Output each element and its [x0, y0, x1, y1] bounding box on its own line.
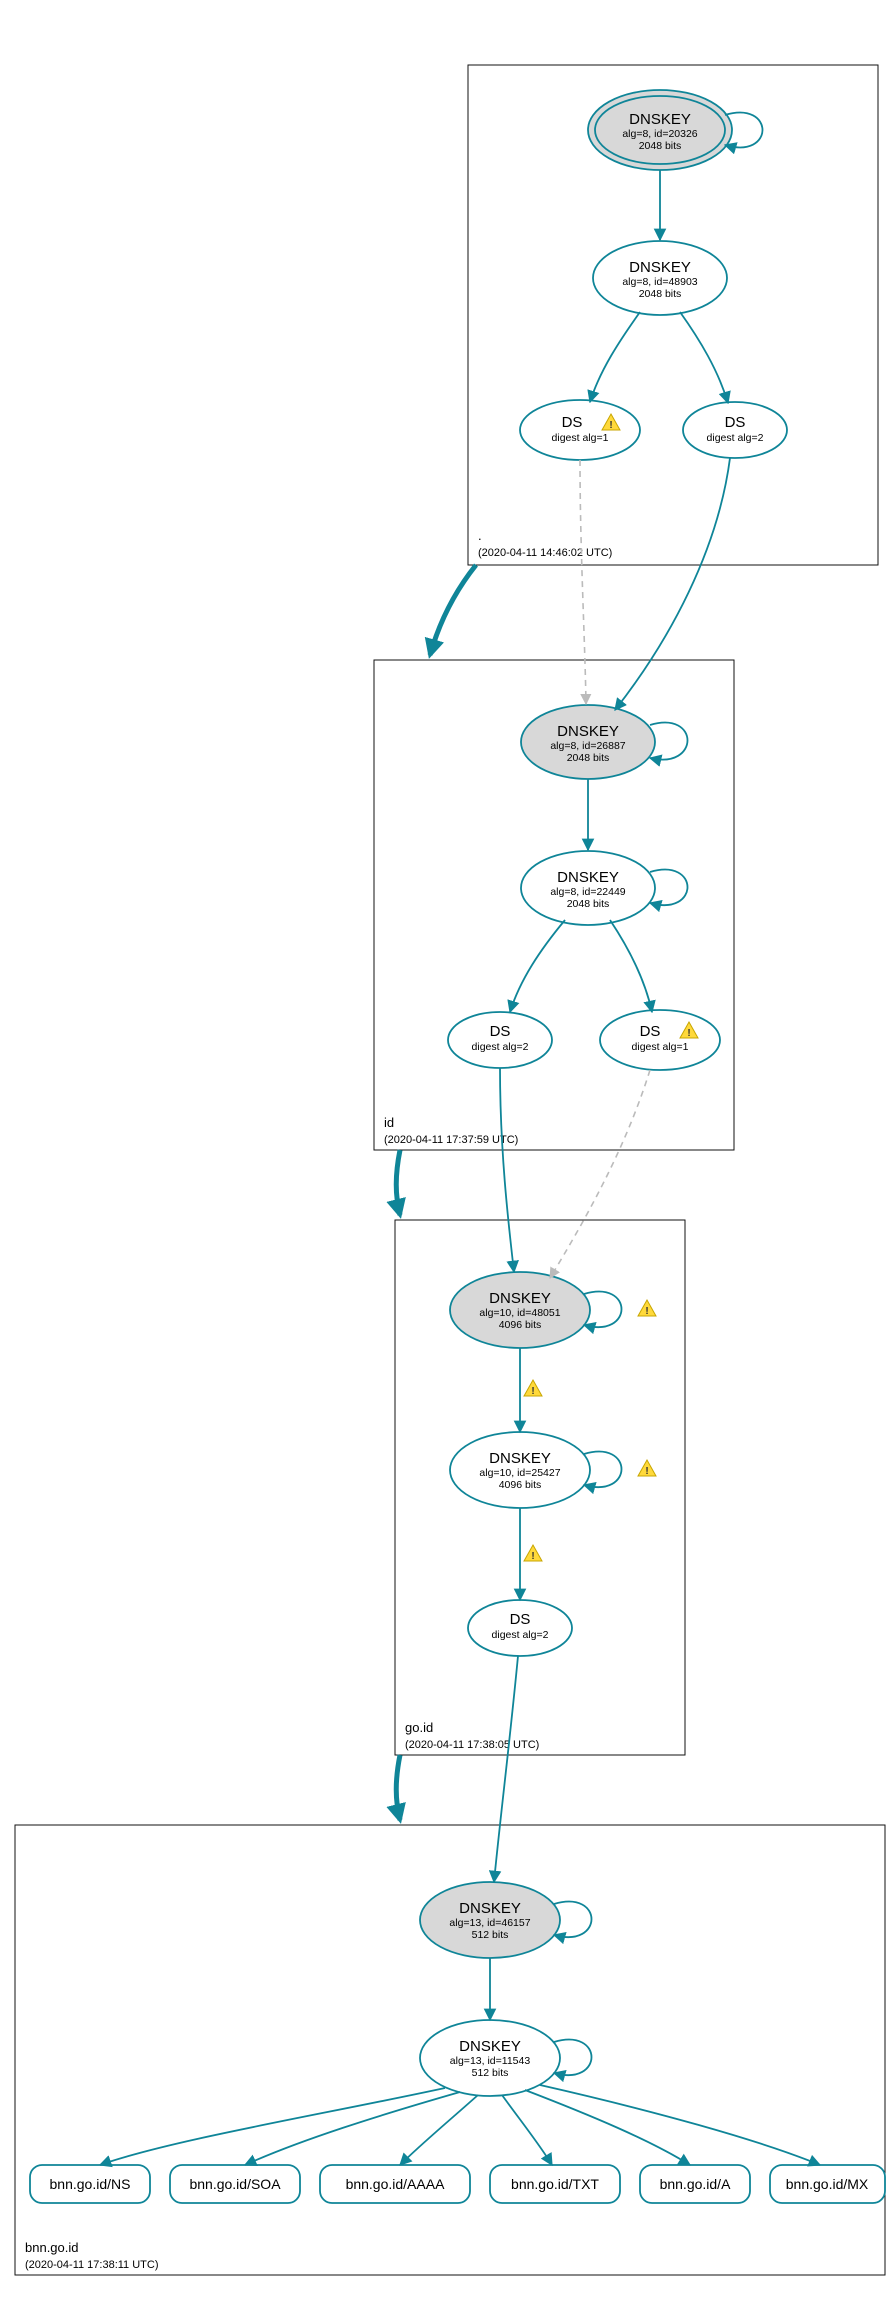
svg-text:alg=10, id=48051: alg=10, id=48051: [479, 1307, 560, 1319]
svg-text:4096 bits: 4096 bits: [499, 1479, 542, 1491]
goid-ds-node: DS digest alg=2: [468, 1600, 572, 1656]
zone-bnn-name: bnn.go.id: [25, 2240, 79, 2255]
edge-bnn-zsk-soa: [245, 2092, 460, 2165]
zone-root-name: .: [478, 528, 482, 543]
svg-text:2048 bits: 2048 bits: [639, 140, 682, 152]
svg-text:bnn.go.id/A: bnn.go.id/A: [660, 2176, 731, 2192]
bnn-zsk-node: DNSKEY alg=13, id=11543 512 bits: [420, 2020, 560, 2096]
svg-text:DS: DS: [640, 1023, 661, 1040]
svg-text:2048 bits: 2048 bits: [567, 898, 610, 910]
rr-soa: bnn.go.id/SOA: [170, 2165, 300, 2203]
svg-text:alg=13, id=11543: alg=13, id=11543: [450, 2055, 531, 2067]
svg-text:DNSKEY: DNSKEY: [629, 111, 691, 128]
svg-text:digest alg=2: digest alg=2: [472, 1041, 529, 1053]
svg-text:DNSKEY: DNSKEY: [489, 1450, 551, 1467]
svg-text:512 bits: 512 bits: [472, 1929, 509, 1941]
id-ksk-node: DNSKEY alg=8, id=26887 2048 bits: [521, 705, 655, 779]
svg-text:DNSKEY: DNSKEY: [629, 259, 691, 276]
warning-icon: !: [638, 1300, 656, 1317]
zone-bnn-ts: (2020-04-11 17:38:11 UTC): [25, 2259, 159, 2271]
svg-text:!: !: [531, 1386, 534, 1397]
svg-text:alg=13, id=46157: alg=13, id=46157: [449, 1917, 530, 1929]
warning-icon: !: [638, 1460, 656, 1477]
svg-text:bnn.go.id/SOA: bnn.go.id/SOA: [189, 2176, 281, 2192]
zone-id-ts: (2020-04-11 17:37:59 UTC): [384, 1134, 518, 1146]
rr-txt: bnn.go.id/TXT: [490, 2165, 620, 2203]
id-ds2-node: DS digest alg=2: [448, 1012, 552, 1068]
svg-text:digest alg=1: digest alg=1: [632, 1041, 689, 1053]
svg-text:DS: DS: [490, 1023, 511, 1040]
svg-text:DNSKEY: DNSKEY: [557, 869, 619, 886]
svg-text:DS: DS: [510, 1611, 531, 1628]
rr-a: bnn.go.id/A: [640, 2165, 750, 2203]
root-ksk-node: DNSKEY alg=8, id=20326 2048 bits: [588, 90, 732, 170]
id-ds1-node: DS digest alg=1 !: [600, 1010, 720, 1070]
svg-text:!: !: [609, 420, 612, 431]
svg-text:digest alg=2: digest alg=2: [707, 432, 764, 444]
svg-text:digest alg=1: digest alg=1: [552, 432, 609, 444]
edge-goid-ds-bnn-ksk: [494, 1656, 518, 1882]
bnn-ksk-node: DNSKEY alg=13, id=46157 512 bits: [420, 1882, 560, 1958]
warning-icon: !: [524, 1545, 542, 1562]
root-ds1-node: DS digest alg=1 !: [520, 400, 640, 460]
svg-text:DS: DS: [562, 414, 583, 431]
svg-text:DNSKEY: DNSKEY: [489, 1290, 551, 1307]
svg-text:!: !: [687, 1028, 690, 1039]
svg-text:!: !: [645, 1466, 648, 1477]
svg-text:2048 bits: 2048 bits: [639, 288, 682, 300]
svg-text:bnn.go.id/TXT: bnn.go.id/TXT: [511, 2176, 599, 2192]
zone-arrow-id-goid: [396, 1150, 400, 1215]
svg-text:!: !: [645, 1306, 648, 1317]
edge-root-zsk-ds2: [680, 312, 728, 403]
edge-bnn-zsk-mx: [540, 2085, 820, 2165]
svg-text:DNSKEY: DNSKEY: [459, 2038, 521, 2055]
svg-text:DS: DS: [725, 414, 746, 431]
zone-id-name: id: [384, 1115, 394, 1130]
svg-text:alg=8, id=26887: alg=8, id=26887: [550, 740, 625, 752]
edge-id-ds2-goid-ksk: [500, 1068, 514, 1272]
svg-text:alg=8, id=22449: alg=8, id=22449: [550, 886, 625, 898]
warning-icon: !: [524, 1380, 542, 1397]
rr-mx: bnn.go.id/MX: [770, 2165, 885, 2203]
edge-id-zsk-ds1: [610, 920, 652, 1012]
edge-root-ds1-id-ksk: [580, 460, 586, 704]
zone-root-ts: (2020-04-11 14:46:02 UTC): [478, 547, 612, 559]
rr-aaaa: bnn.go.id/AAAA: [320, 2165, 470, 2203]
root-zsk-node: DNSKEY alg=8, id=48903 2048 bits: [593, 241, 727, 315]
id-zsk-node: DNSKEY alg=8, id=22449 2048 bits: [521, 851, 655, 925]
goid-ksk-node: DNSKEY alg=10, id=48051 4096 bits: [450, 1272, 590, 1348]
svg-text:alg=10, id=25427: alg=10, id=25427: [479, 1467, 560, 1479]
svg-text:4096 bits: 4096 bits: [499, 1319, 542, 1331]
svg-text:512 bits: 512 bits: [472, 2067, 509, 2079]
edge-root-zsk-ds1: [590, 312, 640, 402]
svg-text:bnn.go.id/NS: bnn.go.id/NS: [50, 2176, 131, 2192]
zone-arrow-goid-bnn: [396, 1755, 400, 1820]
svg-text:alg=8, id=48903: alg=8, id=48903: [622, 276, 697, 288]
svg-text:DNSKEY: DNSKEY: [557, 723, 619, 740]
zone-goid-ts: (2020-04-11 17:38:05 UTC): [405, 1739, 539, 1751]
svg-text:bnn.go.id/MX: bnn.go.id/MX: [786, 2176, 869, 2192]
svg-text:digest alg=2: digest alg=2: [492, 1629, 549, 1641]
zone-arrow-root-id: [430, 565, 476, 655]
svg-text:!: !: [531, 1551, 534, 1562]
rr-ns: bnn.go.id/NS: [30, 2165, 150, 2203]
svg-text:2048 bits: 2048 bits: [567, 752, 610, 764]
edge-id-zsk-ds2: [510, 920, 565, 1012]
svg-text:bnn.go.id/AAAA: bnn.go.id/AAAA: [346, 2176, 446, 2192]
edge-root-ds2-id-ksk: [615, 458, 730, 710]
root-ds2-node: DS digest alg=2: [683, 402, 787, 458]
svg-text:alg=8, id=20326: alg=8, id=20326: [622, 128, 697, 140]
goid-zsk-node: DNSKEY alg=10, id=25427 4096 bits: [450, 1432, 590, 1508]
edge-bnn-zsk-txt: [502, 2095, 552, 2165]
svg-text:DNSKEY: DNSKEY: [459, 1900, 521, 1917]
edge-id-ds1-goid-ksk: [550, 1070, 650, 1278]
zone-goid-name: go.id: [405, 1720, 433, 1735]
